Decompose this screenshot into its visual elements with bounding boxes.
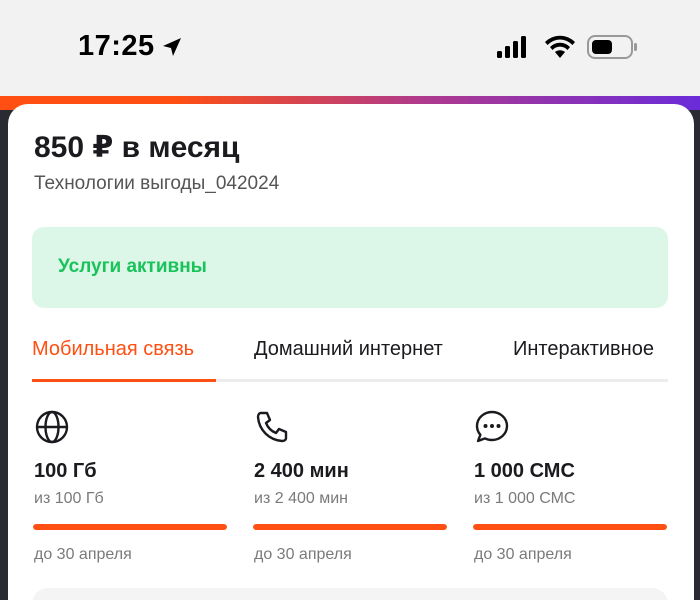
tab-mobile[interactable]: Мобильная связь (32, 338, 194, 361)
tariff-price: 850 ₽ в месяц (34, 131, 240, 164)
quota-until: до 30 апреля (474, 546, 572, 563)
status-time: 17:25 (78, 30, 155, 62)
wifi-icon (545, 35, 575, 58)
chat-icon (475, 410, 509, 443)
quota-progress-bar (33, 524, 227, 530)
quota-total: из 2 400 мин (254, 490, 348, 507)
cellular-signal-icon (497, 36, 526, 58)
quota-value: 1 000 СМС (474, 460, 575, 482)
quota-total: из 1 000 СМС (474, 490, 576, 507)
quota-minutes: 2 400 мин из 2 400 мин до 30 апреля (253, 408, 447, 568)
quota-progress-fill (33, 524, 227, 530)
quota-progress-bar (253, 524, 447, 530)
quota-until: до 30 апреля (254, 546, 352, 563)
location-arrow-icon (163, 38, 181, 56)
quota-total: из 100 Гб (34, 490, 104, 507)
tab-home-internet[interactable]: Домашний интернет (254, 338, 443, 361)
next-section-card (32, 588, 668, 600)
services-tabs: Мобильная связь Домашний интернет Интера… (32, 330, 668, 382)
quota-sms: 1 000 СМС из 1 000 СМС до 30 апреля (473, 408, 667, 568)
globe-icon (35, 410, 69, 444)
battery-icon (587, 35, 637, 59)
quota-progress-bar (473, 524, 667, 530)
tab-interactive[interactable]: Интерактивное (513, 338, 654, 361)
quota-progress-fill (253, 524, 447, 530)
status-bar: 17:25 (0, 0, 700, 96)
services-status-box: Услуги активны (32, 227, 668, 308)
tariff-name: Технологии выгоды_042024 (34, 173, 280, 194)
quota-value: 100 Гб (34, 460, 97, 482)
quota-progress-fill (473, 524, 667, 530)
quota-until: до 30 апреля (34, 546, 132, 563)
quota-internet: 100 Гб из 100 Гб до 30 апреля (33, 408, 227, 568)
active-tab-indicator (32, 379, 216, 382)
quota-value: 2 400 мин (254, 460, 349, 482)
phone-icon (256, 411, 288, 443)
services-status-text: Услуги активны (58, 256, 207, 277)
